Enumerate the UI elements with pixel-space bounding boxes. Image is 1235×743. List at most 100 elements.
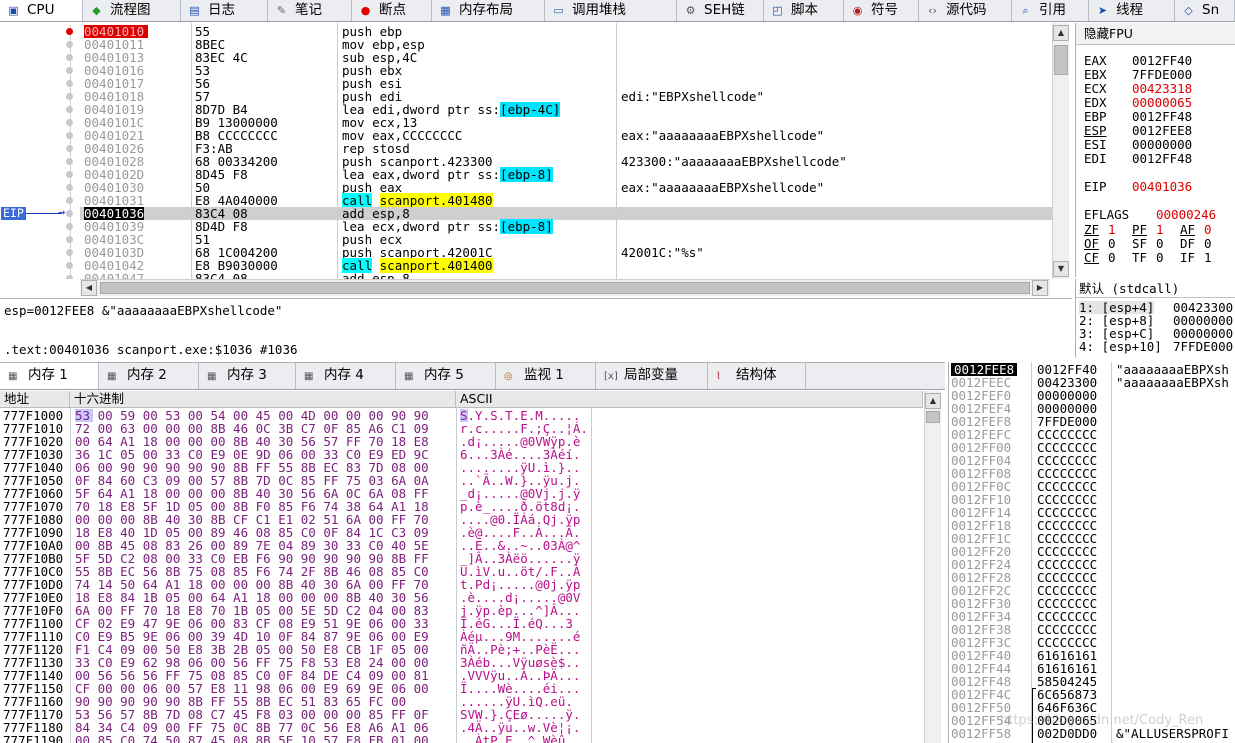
scroll-right-button[interactable]: ▶ [1032, 280, 1048, 296]
disasm-row[interactable]: 0040102D 8D45 F8 lea eax,dword ptr ss:[ebp… [0, 167, 1052, 182]
register-value-esi[interactable]: 00000000 [1132, 138, 1192, 152]
disassembly-pane[interactable]: 00401010 55 push ebp 00401011 8BEC mov ebp,es… [0, 23, 1072, 296]
register-value-esp[interactable]: 0012FEE8 [1132, 124, 1192, 138]
flag-value-df[interactable]: 0 [1204, 237, 1212, 251]
breakpoint-marker-icon[interactable] [66, 41, 73, 48]
disasm-row[interactable]: 00401026 F3:AB rep stosd [0, 142, 1052, 155]
dump-header-ascii[interactable]: ASCII [456, 391, 923, 408]
flag-name-of[interactable]: OF [1084, 237, 1099, 251]
breakpoint-marker-icon[interactable] [66, 119, 73, 126]
register-value-eax[interactable]: 0012FF40 [1132, 54, 1192, 68]
scroll-thumb[interactable] [926, 411, 940, 423]
disasm-row[interactable]: 0040103C 51 push ecx [0, 233, 1052, 246]
disasm-row[interactable]: 00401013 83EC 4C sub esp,4C [0, 51, 1052, 64]
tab-监视-1[interactable]: ◎ 监视 1 [496, 363, 596, 389]
breakpoint-marker-icon[interactable] [66, 236, 73, 243]
register-name-esp[interactable]: ESP [1084, 124, 1107, 138]
flag-value-tf[interactable]: 0 [1156, 251, 1164, 265]
hide-fpu-button[interactable]: 隐藏FPU [1076, 23, 1235, 45]
breakpoint-marker-icon[interactable] [66, 262, 73, 269]
tab-内存-2[interactable]: ▦ 内存 2 [99, 363, 199, 389]
disasm-row[interactable]: 00401047 83C4 08 add esp,8 [0, 272, 1052, 279]
dump-vscroll[interactable]: ▲ [924, 391, 941, 743]
breakpoint-marker-icon[interactable] [66, 106, 73, 113]
disasm-row[interactable]: 00401019 8D7D B4 lea edi,dword ptr ss:[ebp… [0, 102, 1052, 117]
dump-header-hex[interactable]: 十六进制 [70, 391, 456, 408]
flag-value-pf[interactable]: 1 [1156, 223, 1164, 237]
disasm-vscroll[interactable]: ▲ ▼ [1052, 23, 1069, 279]
tab-notes[interactable]: ✎ 笔记 [268, 0, 352, 21]
breakpoint-marker-icon[interactable] [66, 223, 73, 230]
breakpoint-marker-icon[interactable] [66, 275, 73, 279]
register-name-eax[interactable]: EAX [1084, 54, 1107, 68]
flag-value-if[interactable]: 1 [1204, 251, 1212, 265]
register-value-edx[interactable]: 00000065 [1132, 96, 1192, 110]
disasm-row[interactable]: 00401039 8D4D F8 lea ecx,dword ptr ss:[ebp… [0, 219, 1052, 234]
register-value-ebp[interactable]: 0012FF48 [1132, 110, 1192, 124]
tab-seh[interactable]: ⚙ SEH链 [677, 0, 764, 21]
disasm-row[interactable]: 00401017 56 push esi [0, 77, 1052, 90]
flag-name-pf[interactable]: PF [1132, 223, 1147, 237]
flag-name-zf[interactable]: ZF [1084, 223, 1099, 237]
tab-log[interactable]: ▤ 日志 [181, 0, 268, 21]
breakpoint-marker-icon[interactable] [66, 67, 73, 74]
disasm-row[interactable]: 00401010 55 push ebp [0, 25, 1052, 38]
scroll-down-button[interactable]: ▼ [1053, 261, 1069, 277]
register-name-ebp[interactable]: EBP [1084, 110, 1107, 124]
disasm-row[interactable]: 00401011 8BEC mov ebp,esp [0, 38, 1052, 51]
tab-memory-map[interactable]: ▦ 内存布局 [432, 0, 545, 21]
register-name-edx[interactable]: EDX [1084, 96, 1107, 110]
hex-dump-pane[interactable]: 地址 十六进制 ASCII 777F1000 53 00 59 00 53 00 … [0, 391, 945, 743]
flag-name-sf[interactable]: SF [1132, 237, 1147, 251]
flag-name-cf[interactable]: CF [1084, 251, 1099, 265]
flag-value-sf[interactable]: 0 [1156, 237, 1164, 251]
breakpoint-marker-icon[interactable] [66, 93, 73, 100]
flag-value-af[interactable]: 0 [1204, 223, 1212, 237]
tab-cpu[interactable]: ▣ CPU [0, 0, 83, 21]
breakpoint-marker-icon[interactable] [66, 249, 73, 256]
scroll-up-button[interactable]: ▲ [1053, 25, 1069, 41]
breakpoint-marker-icon[interactable] [66, 54, 73, 61]
tab-symbols[interactable]: ◉ 符号 [844, 0, 919, 21]
register-value-edi[interactable]: 0012FF48 [1132, 152, 1192, 166]
stack-pane[interactable]: 0012FEE8 0012FF40 "aaaaaaaaEBPXsh 0012FEEC 0… [948, 362, 1235, 743]
disasm-row[interactable]: 00401021 B8 CCCCCCCC mov eax,CCCCCCCC eax:"… [0, 129, 1052, 142]
tab-call-stack[interactable]: ▭ 调用堆栈 [545, 0, 677, 21]
breakpoint-marker-icon[interactable] [66, 184, 73, 191]
register-name-edi[interactable]: EDI [1084, 152, 1107, 166]
dump-row[interactable]: 777F1190 00 85 C0 74 50 87 45 08 8B 5E 10… [0, 734, 923, 743]
stack-row[interactable]: 0012FF58 002D0DD0 &"ALLUSERSPROFI [949, 727, 1235, 740]
tab-references[interactable]: ⌕ 引用 [1012, 0, 1089, 21]
disasm-row[interactable]: 0040103D 68 1C004200 push scanport.42001C 4… [0, 246, 1052, 259]
register-name-esi[interactable]: ESI [1084, 138, 1107, 152]
register-value-ecx[interactable]: 00423318 [1132, 82, 1192, 96]
scroll-up-button[interactable]: ▲ [925, 393, 941, 409]
scroll-left-button[interactable]: ◀ [81, 280, 97, 296]
breakpoint-marker-icon[interactable] [66, 145, 73, 152]
hscroll-thumb[interactable] [100, 282, 1030, 294]
register-value-eflags[interactable]: 00000246 [1156, 208, 1216, 222]
disasm-row[interactable]: 00401031 E8 4A040000 call scanport.401480 [0, 193, 1052, 208]
register-name-ecx[interactable]: ECX [1084, 82, 1107, 96]
register-name-ebx[interactable]: EBX [1084, 68, 1107, 82]
disasm-row[interactable]: 00401030 50 push eax eax:"aaaaaaaaEBPXshell… [0, 181, 1052, 194]
flag-name-tf[interactable]: TF [1132, 251, 1147, 265]
breakpoint-marker-icon[interactable] [66, 132, 73, 139]
breakpoint-marker-icon[interactable] [66, 197, 73, 204]
register-value-ebx[interactable]: 7FFDE000 [1132, 68, 1192, 82]
dump-header-address[interactable]: 地址 [0, 391, 70, 408]
flag-value-zf[interactable]: 1 [1108, 223, 1116, 237]
tab-内存-5[interactable]: ▦ 内存 5 [396, 363, 496, 389]
flag-name-df[interactable]: DF [1180, 237, 1195, 251]
breakpoint-marker-icon[interactable] [66, 80, 73, 87]
register-value-eip[interactable]: 00401036 [1132, 180, 1192, 194]
tab-threads[interactable]: ➤ 线程 [1089, 0, 1175, 21]
disasm-row[interactable]: 00401016 53 push ebx [0, 64, 1052, 77]
tab-script[interactable]: ◰ 脚本 [764, 0, 844, 21]
tab-breakpoint[interactable]: ● 断点 [352, 0, 432, 21]
tab-source[interactable]: ‹› 源代码 [919, 0, 1012, 21]
tab-局部变量[interactable]: [x] 局部变量 [596, 363, 708, 389]
callconv-dropdown[interactable]: 默认 (stdcall) [1076, 279, 1235, 298]
breakpoint-marker-icon[interactable] [66, 171, 73, 178]
tab-内存-4[interactable]: ▦ 内存 4 [296, 363, 396, 389]
